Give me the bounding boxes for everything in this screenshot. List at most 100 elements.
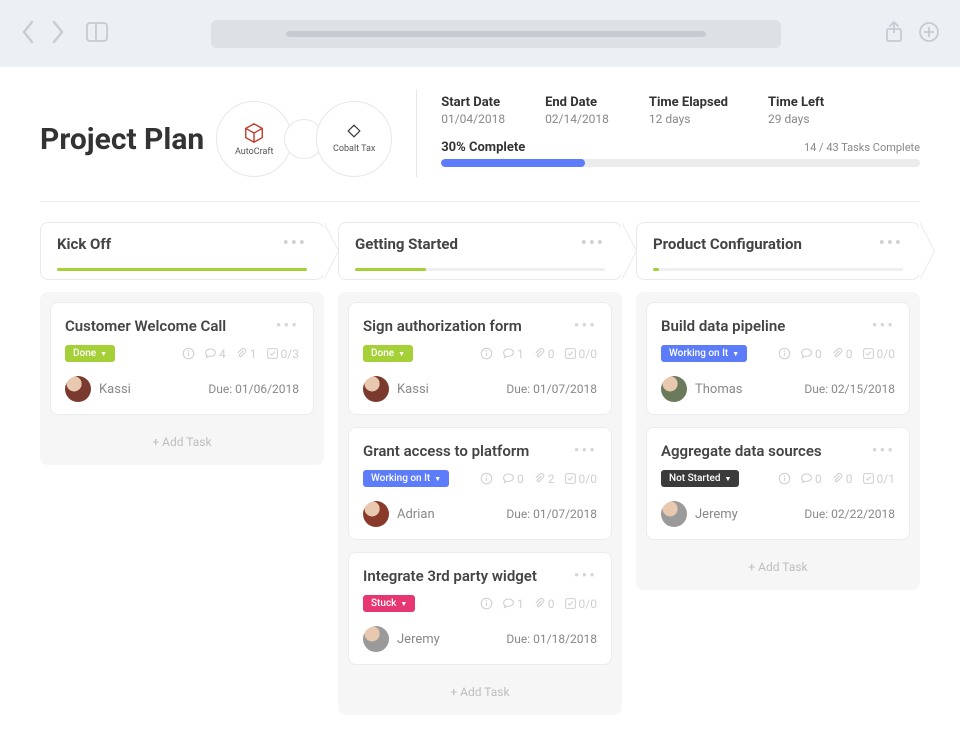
- checklist-icon[interactable]: 0/0: [564, 472, 597, 486]
- task-title: Build data pipeline: [661, 317, 785, 335]
- column-header[interactable]: Product Configuration•••: [636, 222, 920, 280]
- due-date: Due: 01/06/2018: [208, 382, 299, 396]
- column-menu-icon[interactable]: •••: [283, 239, 307, 249]
- column-title: Getting Started: [355, 235, 581, 253]
- browser-chrome: [0, 0, 960, 67]
- task-card[interactable]: Grant access to platform•••Working on It…: [348, 427, 612, 540]
- task-menu-icon[interactable]: •••: [872, 321, 895, 331]
- kanban-board: Kick Off•••Customer Welcome Call•••Done …: [40, 222, 920, 715]
- stat-left: Time Left 29 days: [768, 95, 824, 126]
- assignee-name: Thomas: [695, 382, 743, 397]
- status-pill[interactable]: Stuck ▼: [363, 595, 415, 612]
- add-task-button[interactable]: + Add Task: [50, 427, 314, 455]
- attachments-count: 0: [548, 347, 555, 361]
- column: Getting Started•••Sign authorization for…: [338, 222, 622, 715]
- info-icon[interactable]: [182, 347, 195, 360]
- task-card[interactable]: Build data pipeline•••Working on It ▼000…: [646, 302, 910, 415]
- caret-down-icon: ▼: [400, 600, 407, 608]
- column-body: Customer Welcome Call•••Done ▼410/3Kassi…: [40, 292, 324, 465]
- assignee[interactable]: Adrian: [363, 501, 435, 527]
- address-bar[interactable]: [211, 20, 781, 48]
- checklist-icon[interactable]: 0/0: [862, 347, 895, 361]
- forward-button[interactable]: [50, 19, 66, 49]
- status-pill[interactable]: Working on It ▼: [363, 470, 449, 487]
- assignee[interactable]: Kassi: [363, 376, 429, 402]
- status-pill[interactable]: Done ▼: [65, 345, 115, 362]
- task-menu-icon[interactable]: •••: [574, 446, 597, 456]
- comments-icon[interactable]: 0: [800, 347, 822, 361]
- checklist-icon[interactable]: 0/3: [266, 347, 299, 361]
- checklist-icon[interactable]: 0/1: [862, 472, 895, 486]
- status-pill[interactable]: Not Started ▼: [661, 470, 739, 487]
- add-task-button[interactable]: + Add Task: [348, 677, 612, 705]
- attachments-count: 0: [846, 347, 853, 361]
- task-card[interactable]: Integrate 3rd party widget ••• Stuck ▼ 10 0/…: [348, 552, 612, 665]
- column-header[interactable]: Kick Off•••: [40, 222, 324, 280]
- column-header[interactable]: Getting Started•••: [338, 222, 622, 280]
- attachments-icon[interactable]: 0: [533, 597, 555, 611]
- task-card[interactable]: Sign authorization form ••• Done ▼ 1 0 0/0 Kas…: [348, 302, 612, 415]
- info-icon[interactable]: [480, 597, 493, 610]
- avatar: [363, 626, 389, 652]
- column-title: Kick Off: [57, 235, 283, 253]
- task-card[interactable]: Customer Welcome Call•••Done ▼410/3Kassi…: [50, 302, 314, 415]
- info-icon[interactable]: [480, 347, 493, 360]
- task-card[interactable]: Aggregate data sources•••Not Started ▼00…: [646, 427, 910, 540]
- comments-icon[interactable]: 1: [502, 597, 524, 611]
- logo-autocraft: AutoCraft: [216, 101, 292, 177]
- task-meta-icons: 00 0/1: [778, 472, 895, 486]
- caret-down-icon: ▼: [398, 350, 405, 358]
- logo-label: AutoCraft: [235, 147, 273, 157]
- checklist-icon[interactable]: 0/0: [564, 597, 597, 611]
- assignee[interactable]: Jeremy: [661, 501, 738, 527]
- due-date: Due: 02/15/2018: [804, 382, 895, 396]
- attachments-icon[interactable]: 0: [533, 347, 555, 361]
- assignee[interactable]: Thomas: [661, 376, 743, 402]
- share-icon[interactable]: [884, 21, 904, 47]
- avatar: [363, 376, 389, 402]
- back-button[interactable]: [20, 19, 36, 49]
- progress-fill: [441, 159, 585, 167]
- checklist-count: 0/0: [579, 597, 597, 611]
- add-task-button[interactable]: + Add Task: [646, 552, 910, 580]
- comments-icon[interactable]: 0: [800, 472, 822, 486]
- info-icon[interactable]: [480, 472, 493, 485]
- due-date: Due: 01/07/2018: [506, 382, 597, 396]
- status-pill[interactable]: Working on It ▼: [661, 345, 747, 362]
- task-title: Sign authorization form: [363, 317, 522, 335]
- attachments-icon[interactable]: 0: [831, 472, 853, 486]
- tasks-complete-label: 14 / 43 Tasks Complete: [804, 141, 920, 154]
- task-menu-icon[interactable]: •••: [276, 321, 299, 331]
- comments-icon[interactable]: 1: [502, 347, 524, 361]
- task-menu-icon[interactable]: •••: [574, 321, 597, 331]
- column: Product Configuration••• Build data pipel…: [636, 222, 920, 590]
- attachments-icon[interactable]: 1: [235, 347, 257, 361]
- task-menu-icon[interactable]: •••: [574, 571, 597, 581]
- attachments-icon[interactable]: 2: [533, 472, 555, 486]
- add-tab-icon[interactable]: [918, 21, 940, 47]
- column-menu-icon[interactable]: •••: [581, 239, 605, 249]
- assignee[interactable]: Jeremy: [363, 626, 440, 652]
- column-body: Sign authorization form•••Done ▼100/0Kas…: [338, 292, 622, 715]
- status-pill[interactable]: Done ▼: [363, 345, 413, 362]
- info-icon[interactable]: [778, 472, 791, 485]
- due-date: Due: 01/07/2018: [506, 507, 597, 521]
- checklist-icon[interactable]: 0/0: [564, 347, 597, 361]
- assignee-name: Kassi: [397, 382, 429, 397]
- sidebar-icon[interactable]: [86, 22, 108, 46]
- attachments-icon[interactable]: 0: [831, 347, 853, 361]
- divider: [40, 201, 920, 202]
- task-menu-icon[interactable]: •••: [872, 446, 895, 456]
- assignee-name: Jeremy: [695, 507, 738, 522]
- page-title: Project Plan: [40, 122, 204, 157]
- task-title: Integrate 3rd party widget: [363, 567, 537, 585]
- column-menu-icon[interactable]: •••: [879, 239, 903, 249]
- progress-pct-label: 30% Complete: [441, 140, 525, 155]
- info-icon[interactable]: [778, 347, 791, 360]
- assignee[interactable]: Kassi: [65, 376, 131, 402]
- comments-count: 4: [219, 347, 226, 361]
- due-date: Due: 02/22/2018: [804, 507, 895, 521]
- comments-icon[interactable]: 0: [502, 472, 524, 486]
- comments-icon[interactable]: 4: [204, 347, 226, 361]
- column: Kick Off•••Customer Welcome Call•••Done …: [40, 222, 324, 465]
